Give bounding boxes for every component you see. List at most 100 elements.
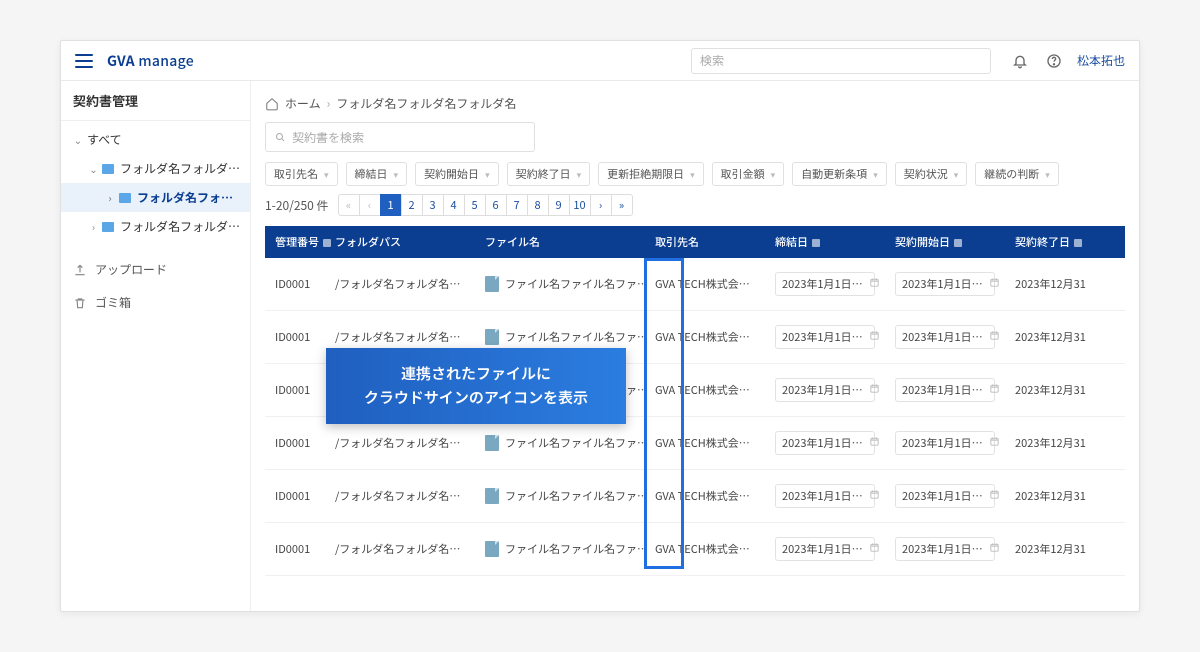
filter-chip[interactable]: 取引先名▾ xyxy=(265,162,338,186)
cell-start[interactable]: 2023年1月1日… xyxy=(885,364,1005,417)
th-id[interactable]: 管理番号 xyxy=(265,226,325,258)
th-end[interactable]: 契約終了日 xyxy=(1005,226,1125,258)
filter-chip[interactable]: 更新拒絶期限日▾ xyxy=(598,162,704,186)
table-row[interactable]: ID0001/フォルダ名フォルダ名フォル…ファイル名ファイル名ファ…GVA TE… xyxy=(265,523,1125,576)
topbar: GVA manage 検索 松本拓也 xyxy=(61,41,1139,81)
tree-item[interactable]: › フォルダ名フォルダ… xyxy=(61,212,250,241)
cell-signed[interactable]: 2023年1月1日… xyxy=(765,258,885,311)
pager-page[interactable]: 1 xyxy=(380,194,402,216)
filter-chip[interactable]: 自動更新条項▾ xyxy=(792,162,887,186)
cell-start[interactable]: 2023年1月1日… xyxy=(885,470,1005,523)
cell-start[interactable]: 2023年1月1日… xyxy=(885,258,1005,311)
sort-icon xyxy=(323,239,331,247)
folder-icon xyxy=(102,222,114,232)
cell-start[interactable]: 2023年1月1日… xyxy=(885,523,1005,576)
tree-root[interactable]: ⌄ すべて xyxy=(61,125,250,154)
table-row[interactable]: ID0001/フォルダ名フォルダ名フォル…ファイル名ファイル名ファ…GVA TE… xyxy=(265,258,1125,311)
chevron-down-icon: ⌄ xyxy=(73,132,83,147)
cell-id: ID0001 xyxy=(265,470,325,523)
filter-chip[interactable]: 契約状況▾ xyxy=(895,162,968,186)
filter-chip[interactable]: 締結日▾ xyxy=(346,162,408,186)
cell-id: ID0001 xyxy=(265,364,325,417)
bell-icon[interactable] xyxy=(1011,52,1029,70)
callout-line2: クラウドサインのアイコンを表示 xyxy=(344,386,608,410)
logo-main: GVA xyxy=(107,51,135,71)
cell-start[interactable]: 2023年1月1日… xyxy=(885,311,1005,364)
chevron-down-icon: ▾ xyxy=(394,168,399,181)
calendar-icon xyxy=(989,329,1000,345)
app-window: GVA manage 検索 松本拓也 契約書管理 ⌄ すべて ⌄ xyxy=(60,40,1140,612)
pager-page[interactable]: 10 xyxy=(569,194,591,216)
cell-signed[interactable]: 2023年1月1日… xyxy=(765,417,885,470)
cell-path: /フォルダ名フォルダ名フォル… xyxy=(325,470,475,523)
username-label[interactable]: 松本拓也 xyxy=(1077,52,1125,69)
sort-icon xyxy=(812,239,820,247)
breadcrumb-home[interactable]: ホーム xyxy=(285,95,321,112)
pager-page[interactable]: 7 xyxy=(506,194,528,216)
cell-file: ファイル名ファイル名ファ… xyxy=(475,258,645,311)
menu-icon[interactable] xyxy=(75,54,93,68)
contract-search-input[interactable]: 契約書を検索 xyxy=(265,122,535,152)
table-row[interactable]: ID0001/フォルダ名フォルダ名フォル…ファイル名ファイル名ファ…GVA TE… xyxy=(265,470,1125,523)
th-partner[interactable]: 取引先名 xyxy=(645,226,765,258)
pager-page[interactable]: 8 xyxy=(527,194,549,216)
filter-chip[interactable]: 取引金額▾ xyxy=(712,162,785,186)
cell-partner: GVA TECH株式会… xyxy=(645,470,765,523)
document-icon xyxy=(485,541,499,557)
th-path[interactable]: フォルダパス xyxy=(325,226,475,258)
chevron-down-icon: ⌄ xyxy=(89,161,98,176)
cell-end: 2023年12月31 xyxy=(1005,470,1125,523)
pagination: 1-20/250 件 «‹12345678910›» xyxy=(265,194,1125,216)
th-file[interactable]: ファイル名 xyxy=(475,226,645,258)
filter-chip[interactable]: 契約終了日▾ xyxy=(507,162,591,186)
pager: «‹12345678910›» xyxy=(339,194,633,216)
help-icon[interactable] xyxy=(1045,52,1063,70)
document-icon xyxy=(485,329,499,345)
calendar-icon xyxy=(989,435,1000,451)
cell-id: ID0001 xyxy=(265,258,325,311)
cell-partner: GVA TECH株式会… xyxy=(645,258,765,311)
document-icon xyxy=(485,276,499,292)
app-logo: GVA manage xyxy=(107,51,194,71)
cell-signed[interactable]: 2023年1月1日… xyxy=(765,470,885,523)
breadcrumb-path[interactable]: フォルダ名フォルダ名フォルダ名 xyxy=(336,95,516,112)
th-signed[interactable]: 締結日 xyxy=(765,226,885,258)
cell-signed[interactable]: 2023年1月1日… xyxy=(765,311,885,364)
chevron-down-icon: ▾ xyxy=(873,168,878,181)
table-row[interactable]: ID0001/フォルダ名フォルダ名フォル…ファイル名ファイル名ファ…GVA TE… xyxy=(265,417,1125,470)
pager-page[interactable]: 6 xyxy=(485,194,507,216)
pager-page[interactable]: 2 xyxy=(401,194,423,216)
pager-first[interactable]: « xyxy=(338,194,360,216)
upload-button[interactable]: アップロード xyxy=(61,253,250,286)
cell-signed[interactable]: 2023年1月1日… xyxy=(765,523,885,576)
th-start[interactable]: 契約開始日 xyxy=(885,226,1005,258)
calendar-icon xyxy=(989,276,1000,292)
logo-sub: manage xyxy=(138,51,194,71)
tree-root-label: すべて xyxy=(87,131,122,148)
filter-chip[interactable]: 契約開始日▾ xyxy=(415,162,499,186)
tree-item-active[interactable]: › フォルダ名フォ… xyxy=(61,183,250,212)
table-header: 管理番号 フォルダパス ファイル名 取引先名 締結日 契約開始日 契約終了日 xyxy=(265,226,1125,258)
filter-chip[interactable]: 継続の判断▾ xyxy=(975,162,1059,186)
search-placeholder: 検索 xyxy=(700,52,724,69)
calendar-icon xyxy=(869,435,880,451)
cell-partner: GVA TECH株式会… xyxy=(645,523,765,576)
sort-icon xyxy=(1074,239,1082,247)
pager-page[interactable]: 5 xyxy=(464,194,486,216)
trash-button[interactable]: ゴミ箱 xyxy=(61,286,250,319)
global-search-input[interactable]: 検索 xyxy=(691,48,991,74)
pager-page[interactable]: 4 xyxy=(443,194,465,216)
pager-page[interactable]: 3 xyxy=(422,194,444,216)
folder-icon xyxy=(102,164,114,174)
pager-prev[interactable]: ‹ xyxy=(359,194,381,216)
calendar-icon xyxy=(989,488,1000,504)
pager-next[interactable]: › xyxy=(590,194,612,216)
tree-item[interactable]: ⌄ フォルダ名フォルダ… xyxy=(61,154,250,183)
pager-last[interactable]: » xyxy=(611,194,633,216)
cell-end: 2023年12月31 xyxy=(1005,417,1125,470)
contract-search-placeholder: 契約書を検索 xyxy=(292,129,364,146)
cell-start[interactable]: 2023年1月1日… xyxy=(885,417,1005,470)
folder-icon xyxy=(119,193,131,203)
cell-signed[interactable]: 2023年1月1日… xyxy=(765,364,885,417)
pager-page[interactable]: 9 xyxy=(548,194,570,216)
